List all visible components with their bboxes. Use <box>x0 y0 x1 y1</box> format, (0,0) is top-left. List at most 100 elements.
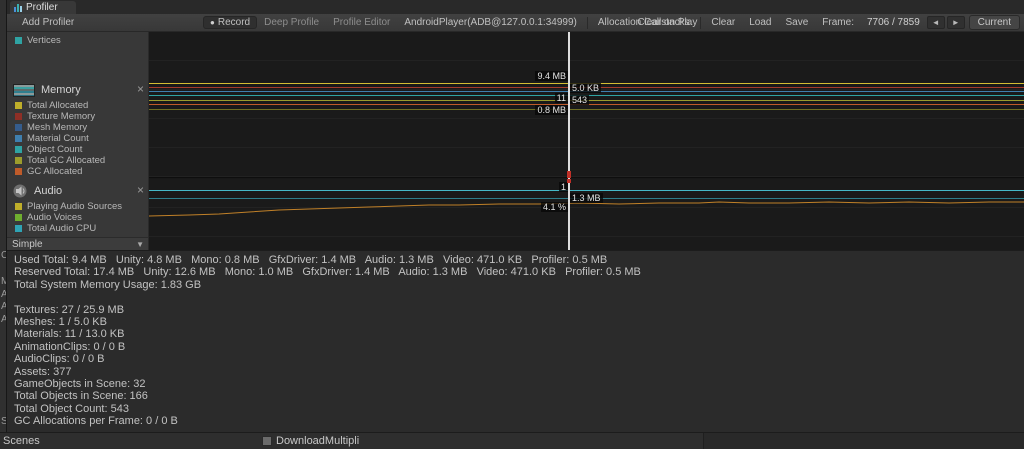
detail-line: Textures: 27 / 25.9 MB <box>14 303 125 316</box>
record-button[interactable]: ● Record <box>203 16 258 29</box>
tab-bar: Profiler <box>7 0 1024 14</box>
legend-item[interactable]: Object Count <box>7 143 148 155</box>
audio-chart[interactable]: 1 1.3 MB 4.1 % <box>149 179 1024 250</box>
next-frame-button[interactable]: ► <box>946 16 965 29</box>
profile-editor-button[interactable]: Profile Editor <box>326 16 397 29</box>
charts-area[interactable]: 9.4 MB 5.0 KB 11 543 0.8 MB 1 1.3 MB 4.1 % <box>149 32 1024 250</box>
details-panel: Used Total: 9.4 MB Unity: 4.8 MB Mono: 0… <box>7 250 1024 432</box>
legend-color-swatch <box>15 202 22 210</box>
frame-marker-tick <box>567 179 571 183</box>
legend-color-swatch <box>15 101 22 109</box>
memory-chart[interactable]: 9.4 MB 5.0 KB 11 543 0.8 MB <box>149 32 1024 178</box>
scenes-label: Scenes <box>3 435 40 447</box>
legend-item[interactable]: GC Allocated <box>7 165 148 177</box>
audio-module-title: Audio <box>34 185 63 197</box>
legend-color-swatch <box>15 224 22 232</box>
legend-label: Playing Audio Sources <box>27 200 123 212</box>
legend-label: Object Count <box>27 143 83 155</box>
current-frame-line[interactable] <box>568 32 570 250</box>
detail-line <box>14 291 1024 303</box>
legend-item[interactable]: Material Count <box>7 132 148 144</box>
chart-series-line <box>149 109 1024 110</box>
detail-line: GameObjects in Scene: 32 <box>14 377 146 390</box>
legend-color-swatch <box>15 145 22 153</box>
legend-color-swatch <box>15 213 22 221</box>
legend-color-swatch <box>15 167 22 175</box>
legend-item-vertices[interactable]: Vertices <box>7 35 148 46</box>
memory-module-header[interactable]: Memory × <box>7 81 148 99</box>
background-bottom-bar: Scenes DownloadMultipli <box>0 432 1024 449</box>
profiler-window: Profiler Add Profiler ● Record Deep Profi… <box>6 0 1024 432</box>
legend-item[interactable]: Total GC Allocated <box>7 155 148 166</box>
legend-item[interactable]: Texture Memory <box>7 110 148 122</box>
detail-line: Meshes: 1 / 5.0 KB <box>14 315 107 328</box>
chart-value-label: 543 <box>570 95 590 105</box>
legend-label: Material Count <box>27 132 89 144</box>
mode-label: Simple <box>12 238 43 250</box>
current-frame-button[interactable]: Current <box>968 15 1020 30</box>
tab-profiler[interactable]: Profiler <box>10 1 76 14</box>
legend-item[interactable]: Audio Voices <box>7 211 148 223</box>
save-button[interactable]: Save <box>779 16 816 29</box>
memory-module-title: Memory <box>41 84 81 96</box>
legend-item[interactable]: Mesh Memory <box>7 121 148 133</box>
chart-value-label: 0.8 MB <box>535 105 568 115</box>
memory-mode-dropdown[interactable]: Simple ▼ <box>7 237 148 250</box>
profiler-icon <box>14 4 22 12</box>
legend-color-swatch <box>15 112 22 120</box>
frame-value: 7706 / 7859 <box>866 17 920 28</box>
detail-line: Total Object Count: 543 <box>14 402 129 415</box>
chart-value-label: 11 <box>554 93 568 103</box>
close-icon[interactable]: × <box>137 183 144 197</box>
script-icon <box>262 436 272 446</box>
add-profiler-dropdown[interactable]: Add Profiler <box>15 16 81 29</box>
detail-line: Total Objects in Scene: 166 <box>14 390 148 403</box>
chart-value-label: 1.3 MB <box>570 193 603 203</box>
chart-value-label: 9.4 MB <box>535 71 568 81</box>
chart-value-label: 4.1 % <box>540 202 568 212</box>
detail-line: Used Total: 9.4 MB Unity: 4.8 MB Mono: 0… <box>14 254 608 266</box>
detail-line: Reserved Total: 17.4 MB Unity: 12.6 MB M… <box>14 266 641 279</box>
toolbar: Add Profiler ● Record Deep Profile Profil… <box>7 14 1024 32</box>
target-dropdown[interactable]: AndroidPlayer(ADB@127.0.0.1:34999) <box>397 16 583 29</box>
legend-label: Audio Voices <box>27 211 82 223</box>
legend-item[interactable]: Playing Audio Sources <box>7 200 148 212</box>
toolbar-right-group: Clear on Play Clear Load Save Frame: 770… <box>630 14 1020 31</box>
legend-color-swatch <box>15 134 22 142</box>
memory-icon <box>13 83 35 97</box>
legend-label: Texture Memory <box>27 110 96 122</box>
tab-title: Profiler <box>26 2 58 13</box>
clear-button[interactable]: Clear <box>704 16 742 29</box>
download-item[interactable]: DownloadMultipli <box>262 435 359 447</box>
audio-icon <box>13 184 27 198</box>
legend-label: Mesh Memory <box>27 121 88 133</box>
load-button[interactable]: Load <box>742 16 778 29</box>
legend-color-swatch <box>15 36 22 44</box>
profiler-sidebar: Vertices Memory × Total Allocated Textur… <box>7 32 149 250</box>
legend-label: Total Audio CPU <box>27 222 97 234</box>
download-label: DownloadMultipli <box>276 435 360 447</box>
frame-marker-tick <box>567 171 571 178</box>
chevron-down-icon: ▼ <box>136 239 144 249</box>
audio-module-header[interactable]: Audio × <box>7 182 148 200</box>
chart-value-label: 5.0 KB <box>570 83 602 93</box>
chart-value-label: 1 <box>558 182 568 192</box>
detail-line: AnimationClips: 0 / 0 B <box>14 340 126 353</box>
detail-line: AudioClips: 0 / 0 B <box>14 353 105 366</box>
record-dot-icon: ● <box>210 18 215 27</box>
legend-item[interactable]: Total Audio CPU <box>7 222 148 234</box>
toolbar-separator <box>586 16 588 29</box>
legend-color-swatch <box>15 156 22 164</box>
clear-on-play-button[interactable]: Clear on Play <box>630 16 704 29</box>
legend-label: GC Allocated <box>27 165 83 177</box>
toolbar-center-group: ● Record Deep Profile Profile Editor Andr… <box>203 14 704 31</box>
legend-item[interactable]: Total Allocated <box>7 100 148 111</box>
deep-profile-button[interactable]: Deep Profile <box>257 16 326 29</box>
frame-label: Frame: <box>822 17 854 28</box>
chart-series-line <box>149 190 1024 191</box>
legend-color-swatch <box>15 123 22 131</box>
prev-frame-button[interactable]: ◄ <box>926 16 945 29</box>
bottom-bar-right-panel <box>703 433 1024 449</box>
detail-line: Assets: 377 <box>14 365 72 378</box>
close-icon[interactable]: × <box>137 82 144 96</box>
